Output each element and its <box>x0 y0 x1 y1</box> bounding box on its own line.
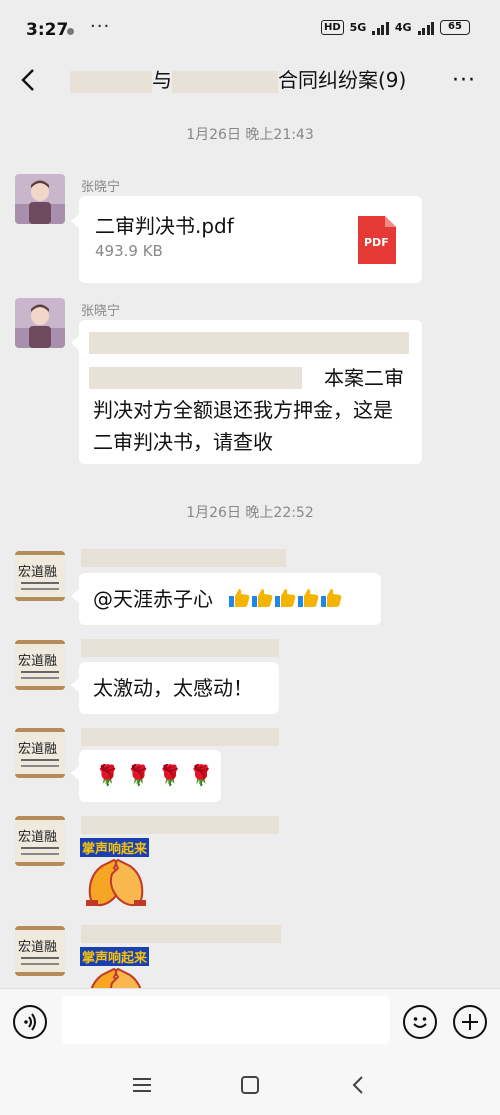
thumbs-up-icon <box>275 588 296 607</box>
redacted-text-block <box>89 367 302 389</box>
message-timestamp: 1月26日 晚上21:43 <box>186 127 314 143</box>
avatar[interactable] <box>15 174 65 224</box>
recent-apps-icon[interactable] <box>127 1070 157 1100</box>
more-notifications-icon: ··· <box>90 16 111 37</box>
text-message-bubble[interactable]: 本案二审 判决对方全额退还我方押金，这是 二审判决书，请查收 <box>71 320 422 464</box>
signal-5g-icon <box>372 21 389 35</box>
message-text: 二审判决书，请查收 <box>93 430 273 454</box>
notification-dot-icon <box>67 28 74 35</box>
message-timestamp: 1月26日 晚上22:52 <box>186 505 314 521</box>
thumbs-up-icon <box>321 588 342 607</box>
clapping-hands-icon <box>90 967 142 990</box>
file-message-bubble[interactable]: 二审判决书.pdf 493.9 KB PDF <box>71 196 422 283</box>
thumbs-up-icon <box>252 588 273 607</box>
avatar-image <box>15 174 65 224</box>
system-navigation-bar <box>0 1054 500 1115</box>
group-title: 与 合同纠纷案(9) <box>70 64 430 96</box>
battery-icon: 65 <box>440 20 470 35</box>
avatar-image <box>15 298 65 348</box>
svg-text:宏道融: 宏道融 <box>18 830 57 845</box>
redacted-text-block <box>89 332 409 354</box>
status-time: 3:27 <box>26 20 69 40</box>
chat-area: 1月26日 晚上21:43 张晓宁 二审判决书.pdf 493.9 KB PDF… <box>0 102 500 990</box>
title-connector: 与 <box>152 68 172 92</box>
text-message-bubble[interactable]: @天涯赤子心 <box>71 573 381 625</box>
avatar[interactable] <box>15 298 65 348</box>
avatar[interactable]: 宏道融 <box>15 640 65 690</box>
smiley-icon <box>413 1017 427 1028</box>
plus-icon <box>462 1014 478 1030</box>
redacted-sender-name <box>81 549 286 567</box>
svg-text:宏道融: 宏道融 <box>18 654 57 669</box>
clapping-sticker[interactable]: 掌声响起来 <box>78 838 158 912</box>
svg-text:宏道融: 宏道融 <box>18 940 57 955</box>
avatar[interactable]: 宏道融 <box>15 551 65 601</box>
file-name: 二审判决书.pdf <box>95 214 234 238</box>
avatar-image: 宏道融 <box>15 728 65 778</box>
status-bar: 3:27 ··· HD 5G 4G 65 <box>0 0 500 58</box>
redacted-sender-name <box>81 816 279 834</box>
avatar-image: 宏道融 <box>15 816 65 866</box>
thumbs-up-icon <box>229 588 250 607</box>
message-text: @天涯赤子心 <box>93 587 213 611</box>
signal-4g-icon <box>417 21 434 35</box>
avatar[interactable]: 宏道融 <box>15 816 65 866</box>
redacted-sender-name <box>81 925 281 943</box>
avatar-image: 宏道融 <box>15 926 65 976</box>
message-text: 判决对方全额退还我方押金，这是 <box>93 398 393 422</box>
avatar[interactable]: 宏道融 <box>15 926 65 976</box>
sender-name: 张晓宁 <box>81 180 121 195</box>
avatar-image: 宏道融 <box>15 551 65 601</box>
message-text: 本案二审 <box>324 366 404 390</box>
more-options-icon[interactable]: ··· <box>452 68 476 93</box>
voice-icon <box>24 1013 36 1031</box>
message-input[interactable] <box>62 996 390 1044</box>
home-icon[interactable] <box>235 1070 265 1100</box>
sticker-caption: 掌声响起来 <box>80 947 150 966</box>
back-arrow-icon[interactable] <box>18 66 42 94</box>
svg-text:宏道融: 宏道融 <box>18 742 57 757</box>
voice-input-button[interactable] <box>13 1005 47 1039</box>
svg-text:宏道融: 宏道融 <box>18 565 57 580</box>
text-message-bubble[interactable]: 太激动，太感动！ <box>71 662 279 714</box>
redacted-title-block <box>70 70 152 93</box>
network-5g-label: 5G <box>349 21 367 34</box>
chat-header: 与 合同纠纷案(9) ··· <box>0 58 500 102</box>
status-indicators: HD 5G 4G 65 <box>320 20 470 35</box>
avatar[interactable]: 宏道融 <box>15 728 65 778</box>
redacted-sender-name <box>81 639 279 657</box>
redacted-sender-name <box>81 728 279 746</box>
file-size: 493.9 KB <box>95 242 163 260</box>
more-functions-button[interactable] <box>453 1005 487 1039</box>
pdf-badge: PDF <box>364 236 389 249</box>
hd-voice-icon: HD <box>320 20 344 35</box>
back-icon[interactable] <box>343 1070 373 1100</box>
title-suffix: 合同纠纷案(9) <box>278 68 407 92</box>
redacted-title-block <box>172 70 278 93</box>
emoji-button[interactable] <box>403 1005 437 1039</box>
clapping-sticker[interactable]: 掌声响起来 <box>78 947 158 990</box>
message-text: 太激动，太感动！ <box>93 676 253 700</box>
sender-name: 张晓宁 <box>81 304 121 319</box>
network-4g-label: 4G <box>394 21 412 34</box>
clapping-hands-icon <box>86 858 146 907</box>
sticker-caption: 掌声响起来 <box>80 838 150 857</box>
message-input-bar <box>0 988 500 1054</box>
emoji-message-bubble[interactable]: 🌹 🌹 🌹 🌹 <box>71 750 221 802</box>
thumbs-up-emoji-group <box>227 587 342 608</box>
avatar-image: 宏道融 <box>15 640 65 690</box>
rose-emoji-text: 🌹 🌹 🌹 🌹 <box>95 763 214 787</box>
thumbs-up-icon <box>298 588 319 607</box>
